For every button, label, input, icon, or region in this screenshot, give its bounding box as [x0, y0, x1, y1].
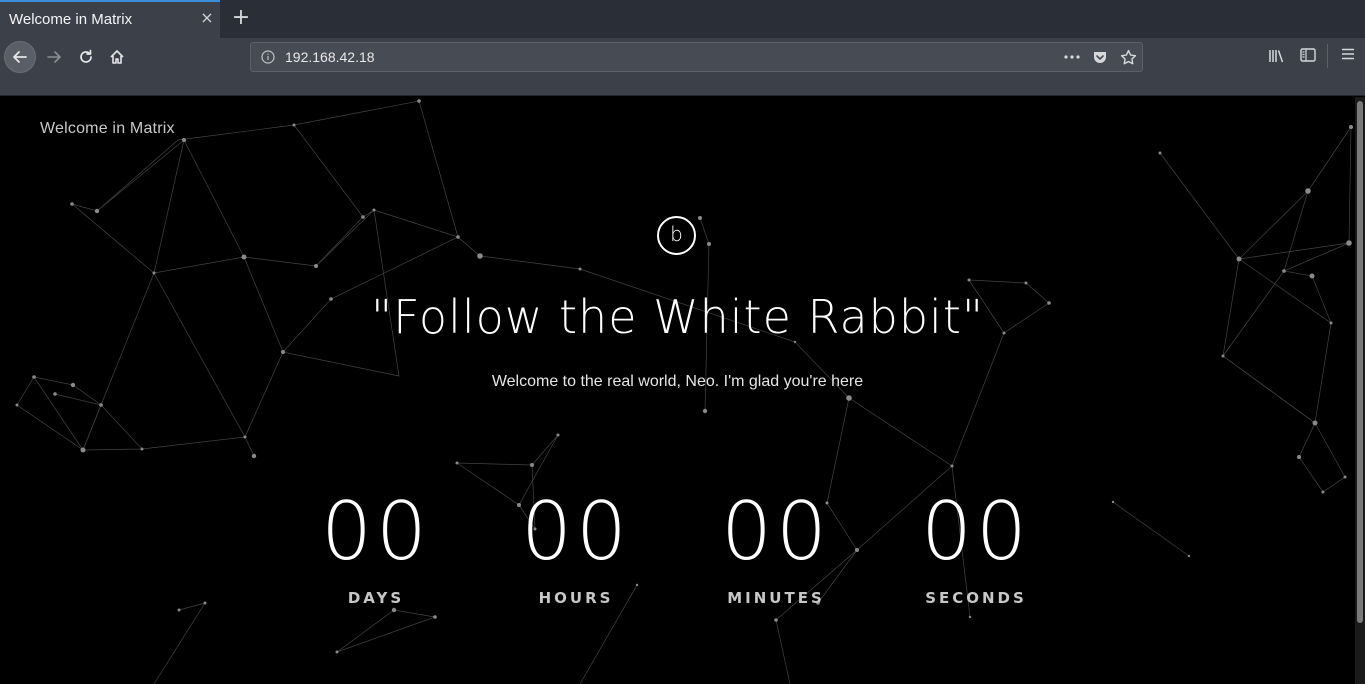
- countdown-minutes: 00 MINUTES: [676, 485, 876, 608]
- page-subtitle: Welcome to the real world, Neo. I'm glad…: [491, 373, 864, 390]
- site-brand[interactable]: Welcome in Matrix: [40, 120, 175, 138]
- browser-tab[interactable]: Welcome in Matrix ×: [0, 0, 220, 38]
- sidebar-icon: [1300, 48, 1316, 62]
- new-tab-button[interactable]: +: [231, 6, 251, 30]
- home-icon: [110, 50, 124, 64]
- forward-button[interactable]: [40, 43, 68, 71]
- sidebar-button[interactable]: [1296, 43, 1320, 69]
- home-button[interactable]: [103, 43, 131, 71]
- countdown-value: 00: [521, 485, 631, 578]
- star-icon[interactable]: [1114, 43, 1142, 71]
- countdown-value: 00: [321, 485, 431, 578]
- reload-button[interactable]: [72, 43, 100, 71]
- vertical-scrollbar[interactable]: [1355, 97, 1365, 684]
- library-button[interactable]: [1264, 43, 1288, 69]
- url-text[interactable]: 192.168.42.18: [285, 49, 375, 65]
- countdown-label: SECONDS: [925, 589, 1027, 607]
- countdown-seconds: 00 SECONDS: [876, 485, 1076, 608]
- arrow-left-icon: [13, 51, 27, 63]
- logo-badge: b: [657, 216, 696, 255]
- countdown-value: 00: [721, 485, 831, 578]
- countdown-value: 00: [921, 485, 1031, 578]
- countdown-label: HOURS: [538, 589, 614, 607]
- pocket-icon[interactable]: [1086, 43, 1114, 71]
- reload-icon: [80, 49, 92, 63]
- info-icon[interactable]: [261, 50, 275, 64]
- toolbar-separator: [1327, 44, 1328, 68]
- countdown-label: DAYS: [347, 589, 405, 607]
- hamburger-menu-icon: [1342, 48, 1354, 60]
- countdown-days: 00 DAYS: [276, 485, 476, 608]
- address-bar[interactable]: 192.168.42.18: [250, 42, 1143, 72]
- countdown-timer: 00 DAYS 00 HOURS 00 MINUTES 00 SECONDS: [276, 487, 1076, 617]
- close-tab-icon[interactable]: ×: [199, 10, 215, 26]
- tab-title: Welcome in Matrix: [9, 11, 133, 28]
- menu-button[interactable]: [1336, 43, 1360, 69]
- countdown-hours: 00 HOURS: [476, 485, 676, 608]
- scrollbar-thumb[interactable]: [1357, 101, 1363, 623]
- url-actions: [1058, 43, 1142, 71]
- countdown-label: MINUTES: [727, 589, 825, 607]
- back-button[interactable]: [4, 41, 36, 73]
- tab-strip: Welcome in Matrix × +: [0, 0, 1365, 38]
- page-title: "Follow the White Rabbit": [370, 290, 985, 344]
- more-icon[interactable]: [1058, 43, 1086, 71]
- page-viewport: Welcome in Matrix b "Follow the White Ra…: [0, 97, 1355, 684]
- library-icon: [1268, 50, 1283, 63]
- navigation-toolbar: 192.168.42.18: [0, 38, 1365, 96]
- arrow-right-icon: [47, 51, 61, 63]
